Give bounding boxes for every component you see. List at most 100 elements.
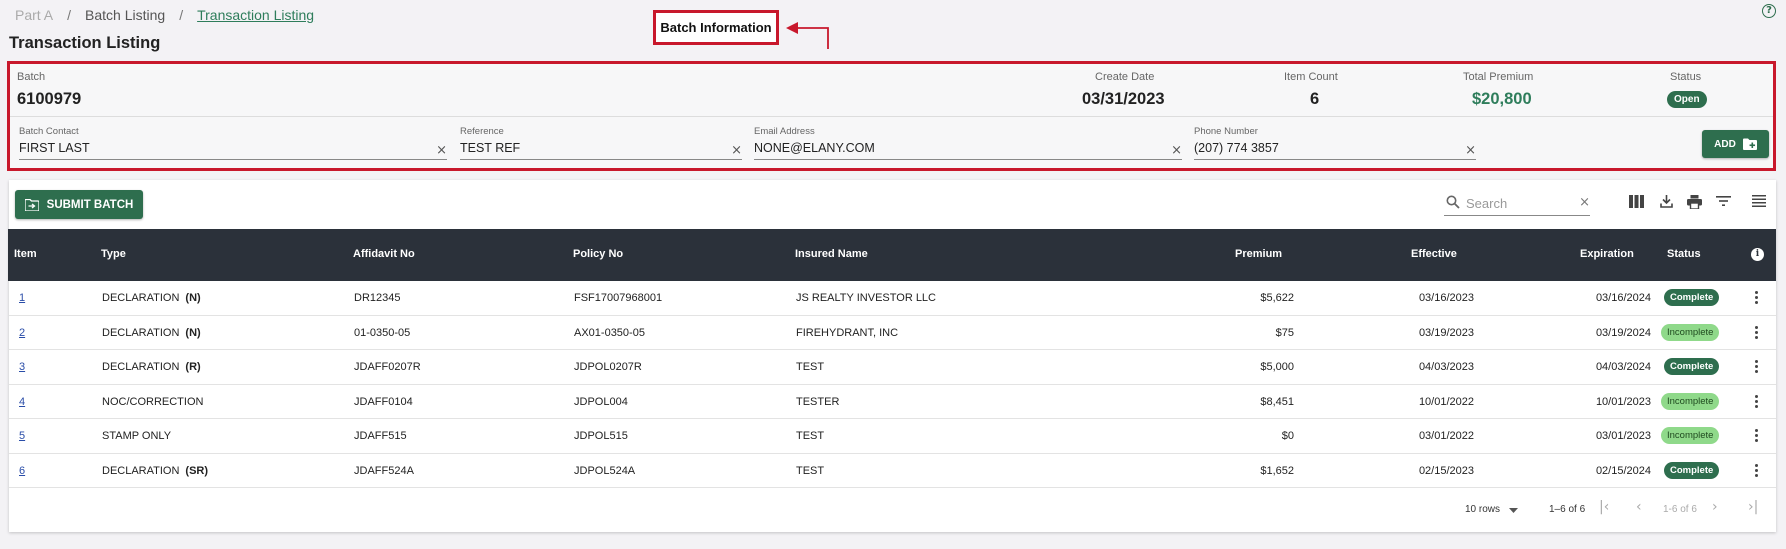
first-page-icon[interactable]: |‹ [1599,499,1609,515]
email-address-value[interactable]: NONE@ELANY.COM [754,141,875,155]
previous-page-icon[interactable]: ‹ [1636,499,1642,515]
column-header-affidavit-no[interactable]: Affidavit No [353,248,415,260]
policy-cell: JDPOL515 [574,430,628,442]
phone-number-field[interactable]: Phone Number (207) 774 3857 × [1194,126,1476,160]
row-menu-icon[interactable] [1755,291,1759,306]
effective-cell: 10/01/2022 [1418,395,1474,408]
type-text: DECLARATION [102,292,180,304]
clear-icon[interactable]: × [436,143,447,158]
table-row[interactable]: 3 DECLARATION (R) JDAFF0207R JDPOL0207R TEST $… [9,350,1776,385]
breadcrumb-part-a[interactable]: Part A [15,7,53,23]
breadcrumb-separator: / [179,7,184,23]
columns-icon[interactable] [1629,195,1644,208]
page-title: Transaction Listing [9,34,161,52]
policy-cell: JDPOL0207R [574,361,642,373]
insured-name-cell: TEST [796,361,825,373]
reference-value[interactable]: TEST REF [460,141,520,155]
download-icon[interactable] [1660,195,1673,208]
item-link[interactable]: 5 [19,430,25,442]
search-input[interactable] [1466,194,1576,212]
item-link[interactable]: 1 [19,292,25,304]
table-row[interactable]: 1 DECLARATION (N) DR12345 FSF17007968001 JS R… [9,281,1776,316]
phone-number-value[interactable]: (207) 774 3857 [1194,141,1279,155]
info-icon[interactable]: i [1751,248,1764,261]
search-field[interactable]: × [1444,192,1590,216]
column-header-premium[interactable]: Premium [1235,248,1282,260]
column-header-effective[interactable]: Effective [1411,248,1457,260]
effective-cell: 03/19/2023 [1418,326,1474,339]
column-header-item[interactable]: Item [14,248,37,260]
row-menu-icon[interactable] [1755,463,1759,479]
batch-contact-label: Batch Contact [19,126,79,137]
breadcrumb: Part A / Batch Listing / Transaction Lis… [15,7,314,23]
column-header-expiration[interactable]: Expiration [1580,248,1634,260]
table-row[interactable]: 6 DECLARATION (SR) JDAFF524A JDPOL524A TEST $1… [9,454,1776,488]
rows-per-page-select[interactable]: 10 rows [1465,504,1500,515]
type-code: (R) [185,361,201,373]
create-date-label: Create Date [1095,71,1155,83]
status-badge: Incomplete [1661,323,1720,341]
next-page-icon[interactable]: › [1712,499,1718,515]
premium-cell: $75 [1275,326,1294,339]
item-count-value: 6 [1310,90,1320,108]
column-header-policy-no[interactable]: Policy No [573,248,623,260]
folder-plus-icon [1742,138,1757,150]
column-header-insured-name[interactable]: Insured Name [795,248,868,260]
type-code: (SR) [185,464,209,477]
breadcrumb-batch-listing[interactable]: Batch Listing [85,7,165,23]
effective-cell: 02/15/2023 [1418,464,1474,477]
email-address-field[interactable]: Email Address NONE@ELANY.COM × [754,126,1182,160]
clear-search-icon[interactable]: × [1579,195,1590,210]
print-icon[interactable] [1687,195,1702,209]
batch-label: Batch [17,71,46,83]
clear-icon[interactable]: × [731,143,742,158]
expiration-cell: 03/01/2023 [1595,430,1651,442]
total-premium-label: Total Premium [1463,71,1534,83]
pagination: 10 rows 1–6 of 6 |‹ ‹ 1-6 of 6 › ›| [9,496,1776,526]
batch-summary-row: Batch 6100979 Create Date 03/31/2023 Ite… [10,64,1773,117]
item-link[interactable]: 2 [19,327,25,339]
type-cell: DECLARATION (N) [102,292,201,304]
clear-icon[interactable]: × [1171,143,1182,158]
batch-contact-value[interactable]: FIRST LAST [19,141,90,155]
column-header-status[interactable]: Status [1667,248,1701,260]
submit-batch-label: SUBMIT BATCH [46,198,134,211]
help-icon[interactable]: ? [1762,4,1776,18]
column-header-type[interactable]: Type [101,248,126,260]
submit-batch-button[interactable]: SUBMIT BATCH [15,190,143,219]
type-text: DECLARATION [102,361,180,373]
range-label: 1–6 of 6 [1549,504,1586,515]
expiration-cell: 03/19/2024 [1595,326,1651,339]
row-menu-icon[interactable] [1755,429,1759,444]
effective-cell: 04/03/2023 [1418,361,1474,373]
expiration-cell: 02/15/2024 [1595,464,1651,477]
row-menu-icon[interactable] [1755,325,1759,341]
insured-name-cell: FIREHYDRANT, INC [796,326,899,339]
table-row[interactable]: 5 STAMP ONLY JDAFF515 JDPOL515 TEST $0 03/01/2… [9,419,1776,454]
table-row[interactable]: 2 DECLARATION (N) 01-0350-05 AX01-0350-05 FIR… [9,316,1776,350]
filter-icon[interactable] [1716,195,1731,207]
transaction-grid: SUBMIT BATCH × Item Type Affidavit No Po… [8,180,1776,532]
row-menu-icon[interactable] [1755,360,1759,375]
affidavit-cell: JDAFF524A [354,464,414,477]
item-link[interactable]: 6 [19,465,25,477]
row-menu-icon[interactable] [1755,394,1759,410]
batch-contact-field[interactable]: Batch Contact FIRST LAST × [19,126,447,160]
density-icon[interactable] [1752,195,1766,207]
item-link[interactable]: 3 [19,361,25,373]
affidavit-cell: DR12345 [354,292,401,304]
expiration-cell: 10/01/2023 [1595,395,1651,408]
reference-field[interactable]: Reference TEST REF × [460,126,742,160]
search-icon [1446,195,1460,209]
chevron-down-icon[interactable] [1509,508,1518,513]
clear-icon[interactable]: × [1465,143,1476,158]
add-button[interactable]: ADD [1702,130,1769,158]
type-cell: STAMP ONLY [102,430,171,442]
last-page-icon[interactable]: ›| [1748,499,1758,515]
table-row[interactable]: 4 NOC/CORRECTION JDAFF0104 JDPOL004 TESTER $8… [9,385,1776,419]
premium-cell: $8,451 [1260,395,1294,408]
email-address-label: Email Address [754,126,815,137]
breadcrumb-transaction-listing[interactable]: Transaction Listing [197,7,314,23]
type-cell: DECLARATION (SR) [102,465,208,477]
item-link[interactable]: 4 [19,396,25,408]
